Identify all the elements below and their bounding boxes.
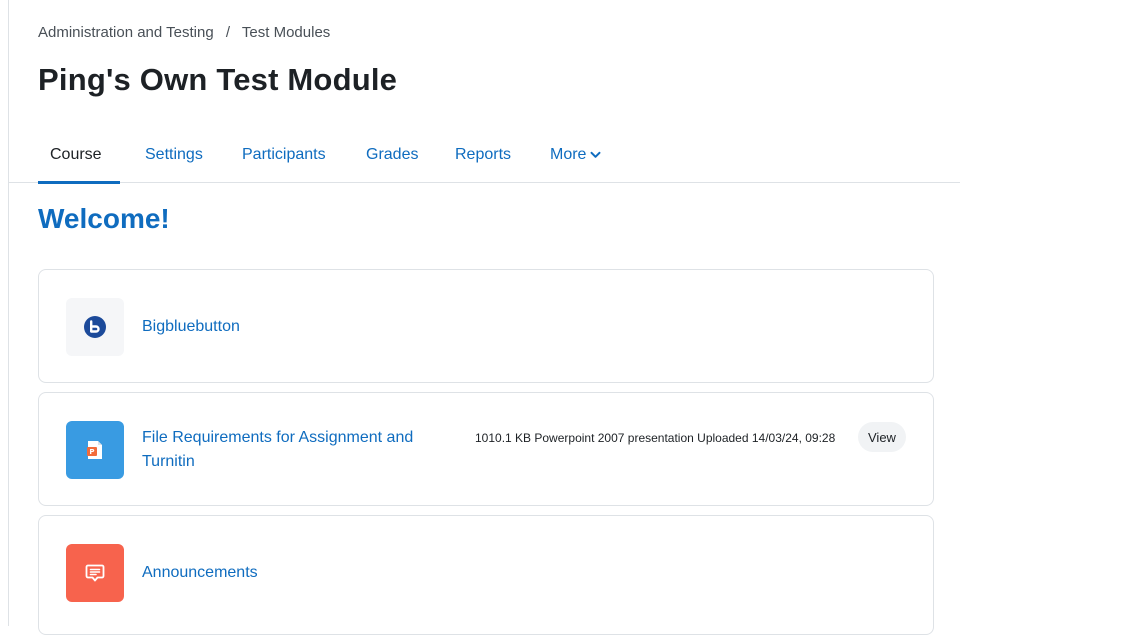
breadcrumb-item-test-modules[interactable]: Test Modules (242, 24, 330, 41)
tab-grades-label: Grades (366, 145, 419, 163)
activity-link-file[interactable]: File Requirements for Assignment and Tur… (142, 426, 442, 474)
activity-link-announcements[interactable]: Announcements (142, 561, 258, 585)
tab-settings-label: Settings (145, 145, 203, 163)
tab-settings[interactable]: Settings (145, 126, 203, 183)
view-button[interactable]: View (858, 422, 906, 452)
breadcrumb: Administration and Testing / Test Module… (38, 24, 330, 41)
powerpoint-icon: P (66, 421, 124, 479)
activity-card-bigbluebutton: Bigbluebutton (38, 269, 934, 383)
tab-participants[interactable]: Participants (242, 126, 326, 183)
tab-course-label: Course (50, 145, 102, 163)
tab-participants-label: Participants (242, 145, 326, 163)
activity-link-bigbluebutton[interactable]: Bigbluebutton (142, 315, 240, 339)
tab-grades[interactable]: Grades (366, 126, 418, 183)
section-title: Welcome! (38, 203, 170, 234)
chevron-down-icon (590, 146, 601, 164)
breadcrumb-item-category[interactable]: Administration and Testing (38, 24, 214, 41)
tab-more-label: More (550, 145, 587, 163)
breadcrumb-separator: / (225, 24, 231, 41)
tab-more[interactable]: More (550, 126, 601, 183)
file-details: 1010.1 KB Powerpoint 2007 presentation U… (475, 431, 836, 445)
svg-text:P: P (89, 448, 94, 456)
tab-course[interactable]: Course (38, 126, 120, 184)
activity-card-announcements: Announcements (38, 515, 934, 635)
forum-icon (66, 544, 124, 602)
tab-reports[interactable]: Reports (455, 126, 511, 183)
activity-card-file: P File Requirements for Assignment and T… (38, 392, 934, 506)
course-nav-tabs: Course Settings Participants Grades Repo… (9, 126, 960, 184)
bigbluebutton-icon (66, 298, 124, 356)
course-page: Administration and Testing / Test Module… (9, 0, 960, 635)
tab-reports-label: Reports (455, 145, 512, 163)
page-title: Ping's Own Test Module (38, 62, 398, 97)
